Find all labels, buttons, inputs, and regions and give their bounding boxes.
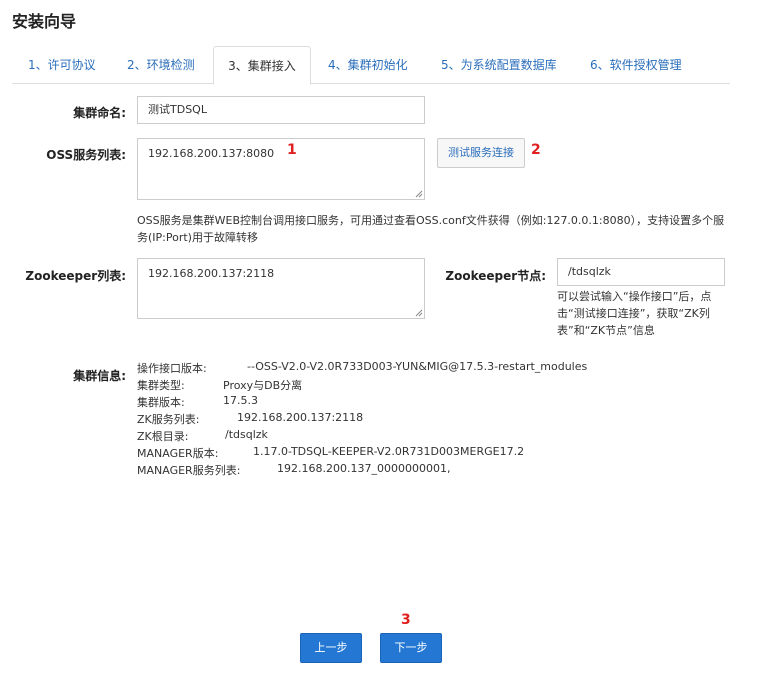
info-key: 操作接口版本: — [137, 362, 207, 375]
zookeeper-list-textarea[interactable]: 192.168.200.137:2118 — [137, 258, 425, 319]
info-value: --OSS-V2.0-V2.0R733D003-YUN&MIG@17.5.3-r… — [247, 360, 588, 373]
oss-list-label: OSS服务列表: — [46, 148, 126, 162]
resize-handle-icon[interactable] — [415, 309, 423, 317]
annotation-marker-1: 1 — [287, 142, 297, 158]
cluster-name-label: 集群命名: — [73, 106, 126, 120]
info-row-manager-version: MANAGER版本: 1.17.0-TDSQL-KEEPER-V2.0R731D… — [137, 445, 524, 461]
info-row-api-version: 操作接口版本: --OSS-V2.0-V2.0R733D003-YUN&MIG@… — [137, 360, 587, 376]
tab-license-mgmt[interactable]: 6、软件授权管理 — [590, 46, 682, 84]
info-value: Proxy与DB分离 — [223, 379, 303, 392]
annotation-marker-2: 2 — [531, 142, 541, 158]
zookeeper-node-help: 可以尝试输入“操作接口”后，点击“测试接口连接”，获取“ZK列表”和“ZK节点”… — [557, 290, 712, 337]
zookeeper-node-input[interactable]: /tdsqlzk — [557, 258, 725, 286]
info-value: /tdsqlzk — [225, 428, 268, 441]
tab-env-check[interactable]: 2、环境检测 — [127, 46, 195, 84]
wizard-tabs: 1、许可协议 2、环境检测 3、集群接入 4、集群初始化 5、为系统配置数据库 … — [12, 46, 730, 85]
tab-cluster-access[interactable]: 3、集群接入 — [213, 46, 311, 85]
tab-cluster-init[interactable]: 4、集群初始化 — [328, 46, 408, 84]
info-key: MANAGER版本: — [137, 447, 219, 460]
info-value: 192.168.200.137_0000000001, — [277, 462, 451, 475]
oss-help-text: OSS服务是集群WEB控制台调用接口服务，可用通过查看OSS.conf文件获得（… — [137, 214, 725, 244]
info-row-zk-root: ZK根目录: /tdsqlzk — [137, 428, 268, 444]
info-value: 17.5.3 — [223, 394, 258, 407]
info-value: 1.17.0-TDSQL-KEEPER-V2.0R731D003MERGE17.… — [253, 445, 525, 458]
cluster-info-label: 集群信息: — [73, 369, 126, 383]
info-key: ZK根目录: — [137, 430, 189, 443]
annotation-marker-3: 3 — [401, 612, 411, 628]
info-row-zk-list: ZK服务列表: 192.168.200.137:2118 — [137, 411, 363, 427]
prev-step-button[interactable]: 上一步 — [300, 633, 362, 663]
zookeeper-list-label: Zookeeper列表: — [25, 269, 126, 283]
test-connection-button[interactable]: 测试服务连接 — [437, 138, 525, 168]
info-key: 集群版本: — [137, 396, 185, 409]
info-row-cluster-version: 集群版本: 17.5.3 — [137, 394, 258, 410]
info-key: 集群类型: — [137, 379, 185, 392]
info-key: ZK服务列表: — [137, 413, 200, 426]
info-value: 192.168.200.137:2118 — [237, 411, 364, 424]
info-row-cluster-type: 集群类型: Proxy与DB分离 — [137, 377, 302, 393]
tab-license[interactable]: 1、许可协议 — [28, 46, 96, 84]
info-row-manager-list: MANAGER服务列表: 192.168.200.137_0000000001, — [137, 462, 450, 478]
tab-db-config[interactable]: 5、为系统配置数据库 — [441, 46, 557, 84]
oss-list-value: 192.168.200.137:8080 — [148, 147, 275, 160]
resize-handle-icon[interactable] — [415, 190, 423, 198]
info-key: MANAGER服务列表: — [137, 464, 241, 477]
zookeeper-list-value: 192.168.200.137:2118 — [148, 267, 275, 280]
cluster-name-input[interactable]: 测试TDSQL — [137, 96, 425, 124]
oss-list-textarea[interactable]: 192.168.200.137:8080 — [137, 138, 425, 200]
zookeeper-node-label: Zookeeper节点: — [445, 269, 546, 283]
page-title: 安装向导 — [12, 12, 77, 31]
next-step-button[interactable]: 下一步 — [380, 633, 442, 663]
